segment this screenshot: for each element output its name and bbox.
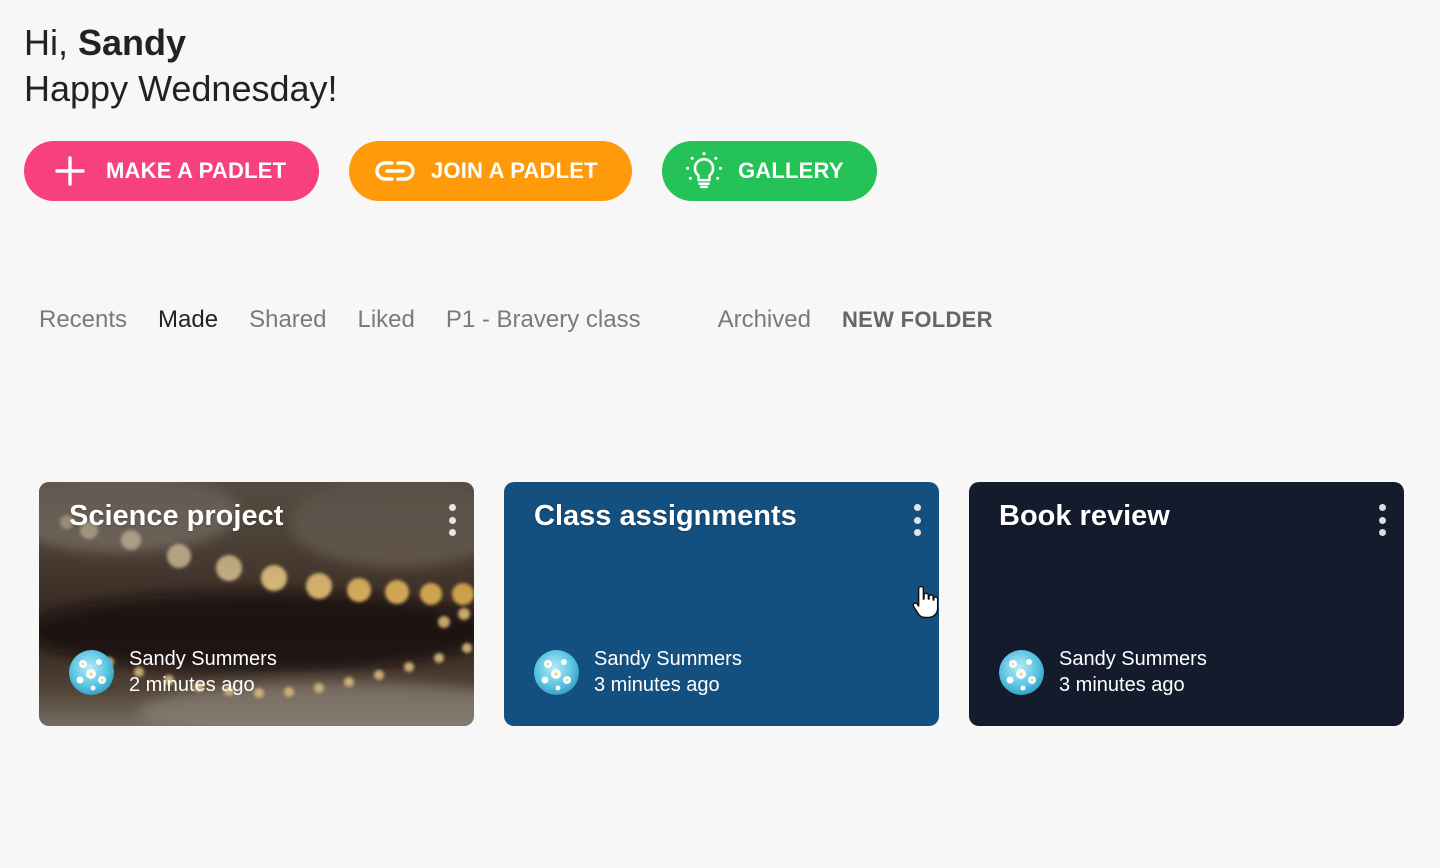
greeting-subtitle: Happy Wednesday! <box>24 68 338 109</box>
card-title: Science project <box>69 500 284 532</box>
make-padlet-label: MAKE A PADLET <box>106 158 287 183</box>
card-author: Sandy Summers 3 minutes ago <box>999 646 1207 698</box>
more-options-icon[interactable] <box>1374 502 1390 538</box>
card-title: Class assignments <box>534 500 797 532</box>
card-author: Sandy Summers 2 minutes ago <box>69 646 277 698</box>
action-buttons: MAKE A PADLET JOIN A PADLET GALLERY <box>24 141 877 201</box>
join-padlet-label: JOIN A PADLET <box>431 158 598 183</box>
dashboard-page: Hi, Sandy Happy Wednesday! MAKE A PADLET… <box>0 0 1440 868</box>
more-options-icon[interactable] <box>909 502 925 538</box>
more-options-icon[interactable] <box>444 502 460 538</box>
padlet-card-class-assignments[interactable]: Class assignments Sandy Summers 3 minute… <box>504 482 939 726</box>
timestamp: 3 minutes ago <box>594 674 720 696</box>
make-padlet-button[interactable]: MAKE A PADLET <box>24 141 319 201</box>
user-name: Sandy <box>78 22 187 63</box>
padlet-card-book-review[interactable]: Book review Sandy Summers 3 minutes ago <box>969 482 1404 726</box>
gallery-label: GALLERY <box>738 158 844 183</box>
lightbulb-icon <box>684 151 724 191</box>
tab-recents[interactable]: Recents <box>39 306 127 334</box>
greeting-line: Hi, Sandy <box>24 20 338 66</box>
card-author: Sandy Summers 3 minutes ago <box>534 646 742 698</box>
link-icon <box>375 151 415 191</box>
new-folder-button[interactable]: NEW FOLDER <box>842 307 993 333</box>
tab-shared[interactable]: Shared <box>249 306 326 334</box>
author-name: Sandy Summers <box>594 648 742 670</box>
gallery-button[interactable]: GALLERY <box>662 141 877 201</box>
avatar <box>999 649 1044 695</box>
author-name: Sandy Summers <box>129 648 277 670</box>
greeting-prefix: Hi, <box>24 22 78 63</box>
avatar <box>69 649 114 695</box>
timestamp: 2 minutes ago <box>129 674 255 696</box>
folder-tabs: Recents Made Shared Liked P1 - Bravery c… <box>39 302 1024 338</box>
card-title: Book review <box>999 500 1170 532</box>
timestamp: 3 minutes ago <box>1059 674 1185 696</box>
join-padlet-button[interactable]: JOIN A PADLET <box>349 141 632 201</box>
tab-p1-bravery-class[interactable]: P1 - Bravery class <box>446 306 641 334</box>
avatar <box>534 649 579 695</box>
padlet-cards: Science project Sandy Summers 2 minutes … <box>39 482 1404 726</box>
plus-icon <box>50 151 90 191</box>
hand-cursor-icon <box>912 585 938 619</box>
greeting: Hi, Sandy Happy Wednesday! <box>24 20 338 112</box>
padlet-card-science-project[interactable]: Science project Sandy Summers 2 minutes … <box>39 482 474 726</box>
tab-archived[interactable]: Archived <box>718 306 811 334</box>
tab-made[interactable]: Made <box>158 306 218 334</box>
author-name: Sandy Summers <box>1059 648 1207 670</box>
tab-liked[interactable]: Liked <box>357 306 414 334</box>
